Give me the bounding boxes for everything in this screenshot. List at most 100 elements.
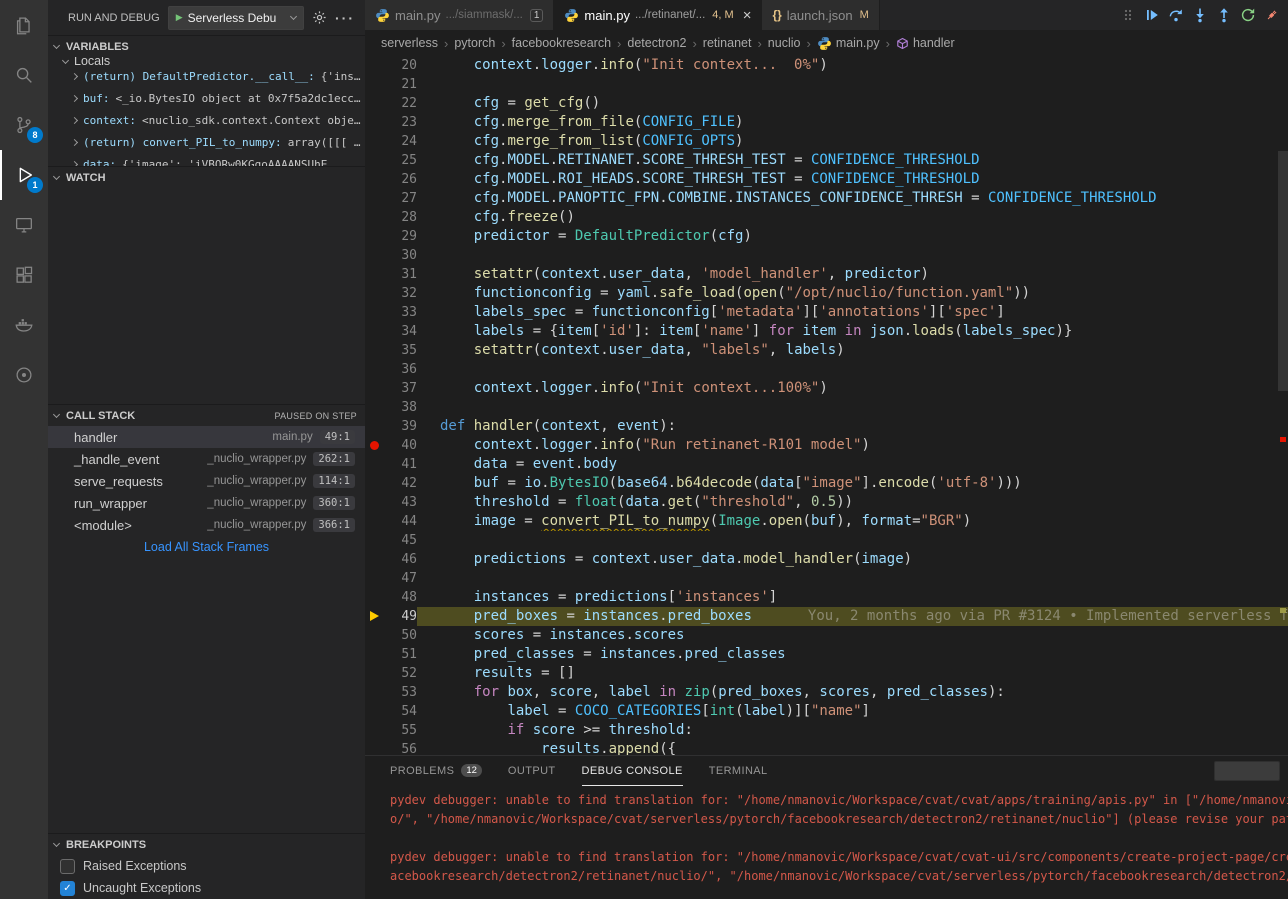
breadcrumb-item[interactable]: detectron2: [627, 36, 686, 50]
code-line[interactable]: 36: [365, 360, 1288, 379]
editor-scrollbar[interactable]: [1278, 56, 1288, 755]
code-text[interactable]: data = event.body: [417, 455, 1288, 474]
code-line[interactable]: 44 image = convert_PIL_to_numpy(Image.op…: [365, 512, 1288, 531]
code-text[interactable]: [417, 360, 1288, 379]
gutter-glyph-margin[interactable]: [365, 75, 385, 94]
code-line[interactable]: 29 predictor = DefaultPredictor(cfg): [365, 227, 1288, 246]
code-text[interactable]: def handler(context, event):: [417, 417, 1288, 436]
breadcrumb-item[interactable]: retinanet: [703, 36, 752, 50]
code-text[interactable]: setattr(context.user_data, "labels", lab…: [417, 341, 1288, 360]
panel-tab-output[interactable]: OUTPUT: [508, 756, 556, 786]
gutter-glyph-margin[interactable]: [365, 455, 385, 474]
editor-tab-3[interactable]: {}launch.jsonM: [762, 0, 879, 30]
code-text[interactable]: scores = instances.scores: [417, 626, 1288, 645]
breadcrumb-item[interactable]: handler: [896, 36, 955, 50]
stack-frame[interactable]: run_wrapper_nuclio_wrapper.py360:1: [48, 492, 365, 514]
code-text[interactable]: pred_boxes = instances.pred_boxesYou, 2 …: [417, 607, 1288, 626]
gutter-glyph-margin[interactable]: [365, 398, 385, 417]
code-line[interactable]: 45: [365, 531, 1288, 550]
code-text[interactable]: results = []: [417, 664, 1288, 683]
variable-row[interactable]: buf:<_io.BytesIO object at 0x7f5a2dc1ecc…: [48, 87, 365, 109]
gutter-glyph-margin[interactable]: [365, 151, 385, 170]
more-actions-icon[interactable]: ···: [335, 10, 355, 26]
gutter-glyph-margin[interactable]: [365, 683, 385, 702]
gutter-glyph-margin[interactable]: [365, 303, 385, 322]
gutter-glyph-margin[interactable]: [365, 569, 385, 588]
gutter-glyph-margin[interactable]: [365, 531, 385, 550]
code-text[interactable]: results.append({: [417, 740, 1288, 755]
debug-step-into-button[interactable]: [1188, 3, 1212, 27]
checkbox[interactable]: ✓: [60, 881, 75, 896]
code-line[interactable]: 39def handler(context, event):: [365, 417, 1288, 436]
gutter-glyph-margin[interactable]: [365, 740, 385, 755]
debug-restart-button[interactable]: [1236, 3, 1260, 27]
code-line[interactable]: 31 setattr(context.user_data, 'model_han…: [365, 265, 1288, 284]
gutter-glyph-margin[interactable]: [365, 227, 385, 246]
gutter-glyph-margin[interactable]: [365, 436, 385, 455]
code-line[interactable]: 33 labels_spec = functionconfig['metadat…: [365, 303, 1288, 322]
code-line[interactable]: 46 predictions = context.user_data.model…: [365, 550, 1288, 569]
code-text[interactable]: [417, 398, 1288, 417]
stack-frame[interactable]: handlermain.py49:1: [48, 426, 365, 448]
variable-row[interactable]: (return) DefaultPredictor.__call__:{'ins…: [48, 65, 365, 87]
code-line[interactable]: 38: [365, 398, 1288, 417]
panel-tab-debug-console[interactable]: DEBUG CONSOLE: [582, 756, 683, 786]
code-text[interactable]: cfg.MODEL.PANOPTIC_FPN.COMBINE.INSTANCES…: [417, 189, 1288, 208]
activity-item-extensions[interactable]: [0, 250, 48, 300]
activity-item-explorer[interactable]: [0, 0, 48, 50]
panel-tab-terminal[interactable]: TERMINAL: [709, 756, 768, 786]
code-text[interactable]: [417, 569, 1288, 588]
stack-frame[interactable]: <module>_nuclio_wrapper.py366:1: [48, 514, 365, 536]
gutter-glyph-margin[interactable]: [365, 246, 385, 265]
breadcrumb-item[interactable]: serverless: [381, 36, 438, 50]
code-text[interactable]: predictor = DefaultPredictor(cfg): [417, 227, 1288, 246]
code-line[interactable]: 56 results.append({: [365, 740, 1288, 755]
gutter-glyph-margin[interactable]: [365, 493, 385, 512]
checkbox[interactable]: [60, 859, 75, 874]
gear-icon[interactable]: [312, 10, 327, 25]
activity-item-search[interactable]: [0, 50, 48, 100]
code-text[interactable]: context.logger.info("Init context...100%…: [417, 379, 1288, 398]
variable-row[interactable]: context:<nuclio_sdk.context.Context obje…: [48, 109, 365, 131]
breakpoint-row[interactable]: Raised Exceptions: [48, 855, 365, 877]
activity-item-remote-explorer[interactable]: [0, 200, 48, 250]
code-line[interactable]: 28 cfg.freeze(): [365, 208, 1288, 227]
launch-config-dropdown[interactable]: ▶ Serverless Debu: [168, 6, 304, 30]
gutter-glyph-margin[interactable]: [365, 645, 385, 664]
code-line[interactable]: 30: [365, 246, 1288, 265]
code-line[interactable]: 35 setattr(context.user_data, "labels", …: [365, 341, 1288, 360]
stack-frame[interactable]: serve_requests_nuclio_wrapper.py114:1: [48, 470, 365, 492]
watch-section-header[interactable]: WATCH: [48, 166, 365, 188]
breadcrumb-item[interactable]: pytorch: [454, 36, 495, 50]
code-text[interactable]: cfg.merge_from_file(CONFIG_FILE): [417, 113, 1288, 132]
gutter-glyph-margin[interactable]: [365, 588, 385, 607]
code-text[interactable]: threshold = float(data.get("threshold", …: [417, 493, 1288, 512]
code-text[interactable]: [417, 246, 1288, 265]
activity-item-test-explorer[interactable]: [0, 350, 48, 400]
panel-tab-problems[interactable]: PROBLEMS12: [390, 756, 482, 786]
gutter-glyph-margin[interactable]: [365, 550, 385, 569]
debug-step-over-button[interactable]: [1164, 3, 1188, 27]
gutter-glyph-margin[interactable]: [365, 474, 385, 493]
code-text[interactable]: context.logger.info("Init context... 0%"…: [417, 56, 1288, 75]
code-text[interactable]: cfg.merge_from_list(CONFIG_OPTS): [417, 132, 1288, 151]
gutter-glyph-margin[interactable]: [365, 721, 385, 740]
gutter-glyph-margin[interactable]: [365, 702, 385, 721]
code-line[interactable]: 24 cfg.merge_from_list(CONFIG_OPTS): [365, 132, 1288, 151]
gutter-glyph-margin[interactable]: [365, 265, 385, 284]
call-stack-section-header[interactable]: CALL STACK PAUSED ON STEP: [48, 404, 365, 426]
code-line[interactable]: 49 pred_boxes = instances.pred_boxesYou,…: [365, 607, 1288, 626]
code-line[interactable]: 42 buf = io.BytesIO(base64.b64decode(dat…: [365, 474, 1288, 493]
gutter-glyph-margin[interactable]: [365, 56, 385, 75]
scope-locals[interactable]: Locals: [48, 57, 365, 65]
gutter-glyph-margin[interactable]: [365, 132, 385, 151]
gutter-glyph-margin[interactable]: [365, 94, 385, 113]
code-line[interactable]: 22 cfg = get_cfg(): [365, 94, 1288, 113]
gutter-glyph-margin[interactable]: [365, 360, 385, 379]
gutter-glyph-margin[interactable]: [365, 664, 385, 683]
code-text[interactable]: labels = {item['id']: item['name'] for i…: [417, 322, 1288, 341]
breadcrumb-item[interactable]: nuclio: [768, 36, 801, 50]
code-line[interactable]: 47: [365, 569, 1288, 588]
code-text[interactable]: context.logger.info("Run retinanet-R101 …: [417, 436, 1288, 455]
code-line[interactable]: 41 data = event.body: [365, 455, 1288, 474]
